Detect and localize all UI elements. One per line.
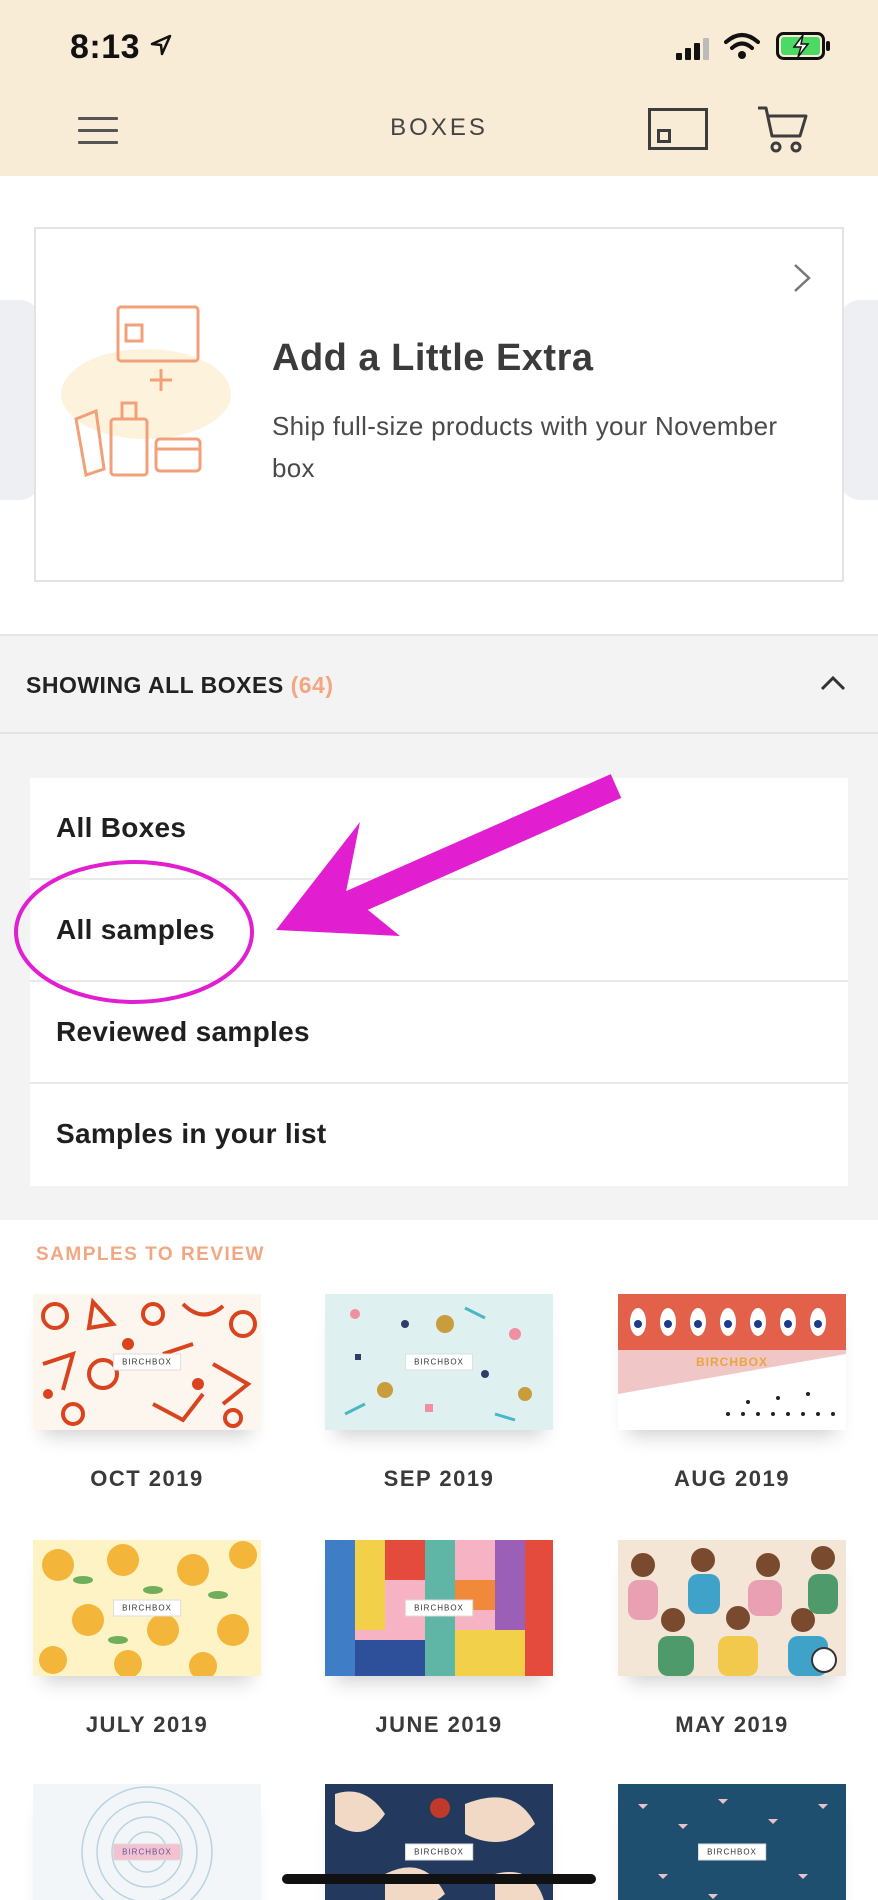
brand-tag: BIRCHBOX	[698, 1843, 766, 1861]
shopping-cart-icon[interactable]	[756, 104, 810, 154]
brand-tag: BIRCHBOX	[405, 1353, 473, 1371]
filter-options-list: All Boxes All samples Reviewed samples S…	[30, 778, 848, 1186]
filter-count: (64)	[290, 672, 334, 698]
sample-box-tile[interactable]: BIRCHBOX OCT 2019	[33, 1294, 261, 1492]
location-arrow-icon	[150, 34, 172, 56]
wifi-icon	[724, 33, 760, 59]
box-thumbnail[interactable]	[618, 1540, 846, 1676]
box-thumbnail[interactable]: BIRCHBOX	[325, 1540, 553, 1676]
battery-charging-icon	[776, 32, 830, 60]
box-month-label: AUG 2019	[674, 1466, 790, 1491]
box-month-label: SEP 2019	[383, 1466, 495, 1491]
filter-label-text: SHOWING ALL BOXES	[26, 672, 284, 698]
brand-tag: BIRCHBOX	[695, 1355, 769, 1369]
box-thumbnail[interactable]: BIRCHBOX	[33, 1540, 261, 1676]
sample-box-tile[interactable]: BIRCHBOX	[618, 1784, 846, 1900]
promo-subtitle: Ship full-size products with your Novemb…	[272, 411, 778, 483]
brand-tag: BIRCHBOX	[113, 1353, 181, 1371]
app-header: BOXES	[0, 100, 878, 176]
box-month-label: JULY 2019	[85, 1712, 209, 1737]
filter-option-samples-in-list[interactable]: Samples in your list	[30, 1084, 848, 1186]
add-extra-promo-card[interactable]: Add a Little Extra Ship full-size produc…	[34, 227, 844, 582]
box-month-label: JUNE 2019	[375, 1712, 503, 1737]
box-thumbnail[interactable]: BIRCHBOX	[33, 1294, 261, 1430]
sample-box-tile[interactable]: BIRCHBOX JULY 2019	[33, 1540, 261, 1738]
pattern-illustration	[628, 1546, 838, 1676]
brand-tag: BIRCHBOX	[113, 1599, 181, 1617]
filter-option-reviewed-samples[interactable]: Reviewed samples	[30, 982, 848, 1084]
chevron-up-icon[interactable]	[820, 674, 846, 692]
samples-to-review-heading: SAMPLES TO REVIEW	[36, 1244, 265, 1265]
filter-option-all-boxes[interactable]: All Boxes	[30, 778, 848, 880]
pattern-illustration	[638, 1799, 828, 1899]
birchbox-box-icon[interactable]	[648, 108, 708, 150]
page-title: BOXES	[390, 114, 488, 141]
box-thumbnail[interactable]: BIRCHBOX	[618, 1784, 846, 1900]
status-bar: 8:13	[0, 0, 878, 100]
box-month-label: OCT 2019	[90, 1466, 204, 1491]
chevron-right-icon	[794, 264, 811, 292]
sample-box-tile[interactable]: BIRCHBOX AUG 2019	[618, 1294, 846, 1492]
box-filter-section: SHOWING ALL BOXES (64) All Boxes All sam…	[0, 634, 878, 1220]
promo-title: Add a Little Extra	[272, 337, 594, 379]
decorative-brush-right	[840, 300, 878, 500]
pattern-illustration	[81, 1786, 213, 1900]
home-indicator[interactable]	[282, 1874, 596, 1884]
box-month-label: MAY 2019	[675, 1712, 789, 1737]
filter-label: SHOWING ALL BOXES (64)	[26, 672, 333, 699]
box-thumbnail[interactable]: BIRCHBOX	[33, 1784, 261, 1900]
brand-tag: BIRCHBOX	[113, 1843, 181, 1861]
brand-tag: BIRCHBOX	[405, 1599, 473, 1617]
brand-tag: BIRCHBOX	[405, 1843, 473, 1861]
sample-box-tile[interactable]: MAY 2019	[618, 1540, 846, 1738]
filter-option-all-samples[interactable]: All samples	[30, 880, 848, 982]
status-time: 8:13	[70, 28, 141, 66]
box-products-illustration-icon	[61, 305, 231, 477]
box-thumbnail[interactable]: BIRCHBOX	[325, 1294, 553, 1430]
sample-box-tile[interactable]: BIRCHBOX SEP 2019	[325, 1294, 553, 1492]
sample-box-tile[interactable]: BIRCHBOX JUNE 2019	[325, 1540, 553, 1738]
filter-toggle-bar[interactable]: SHOWING ALL BOXES (64)	[0, 636, 878, 734]
cellular-signal-icon	[676, 38, 709, 60]
sample-box-tile[interactable]: BIRCHBOX	[33, 1784, 261, 1900]
box-thumbnail[interactable]: BIRCHBOX	[618, 1294, 846, 1430]
